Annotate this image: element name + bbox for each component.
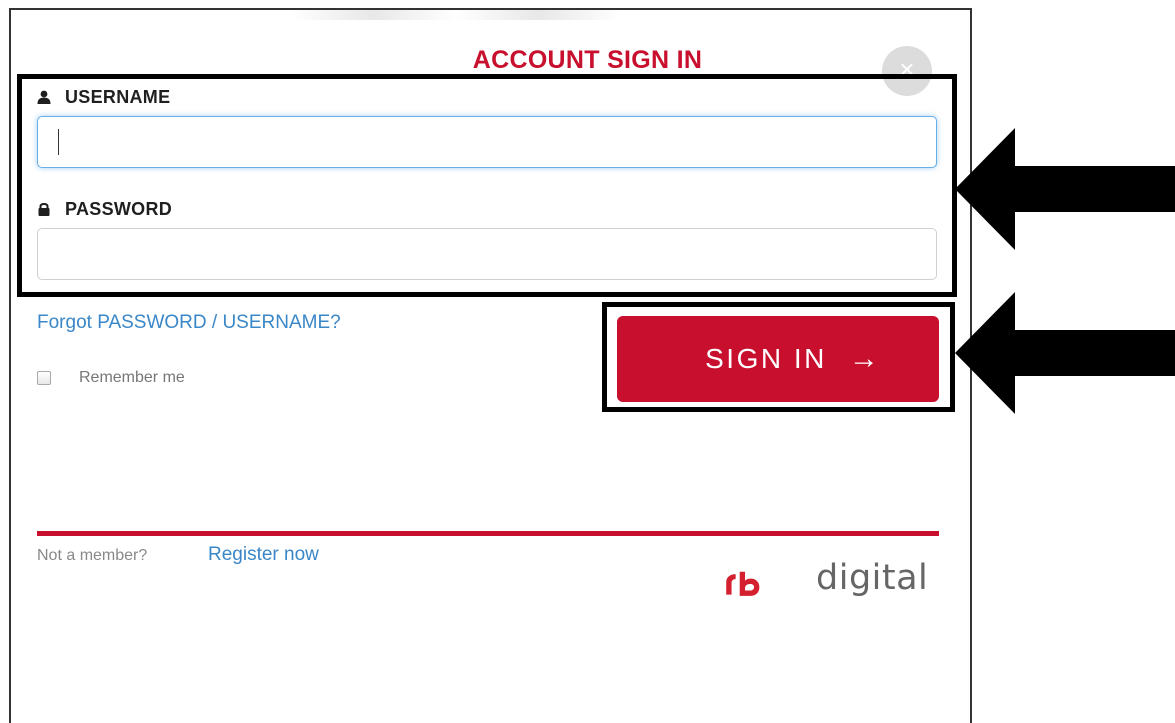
forgot-credentials-link[interactable]: Forgot PASSWORD / USERNAME? [37, 312, 341, 334]
remember-me-checkbox[interactable] [37, 371, 51, 385]
sign-in-label[interactable]: SIGN IN [705, 343, 827, 375]
left-arrow-icon [955, 292, 1175, 414]
screenshot-stage: ACCOUNT SIGN IN × USERNAME PASSWORD Forg… [0, 0, 1175, 723]
logo-text: digital [816, 558, 929, 598]
rb-digital-logo [726, 571, 760, 596]
credentials-highlight-box [17, 74, 957, 297]
left-arrow-icon [955, 128, 1175, 250]
sign-in-button[interactable]: SIGN IN → [617, 316, 939, 402]
remember-me-row[interactable]: Remember me [37, 369, 185, 387]
register-link[interactable]: Register now [208, 544, 319, 566]
remember-me-label[interactable]: Remember me [79, 369, 185, 387]
arrow-right-icon[interactable]: → [849, 342, 879, 376]
not-member-text: Not a member? [37, 547, 148, 564]
footer-divider [37, 531, 939, 536]
background-header-fade [291, 10, 621, 20]
dialog-title: ACCOUNT SIGN IN [472, 46, 703, 74]
